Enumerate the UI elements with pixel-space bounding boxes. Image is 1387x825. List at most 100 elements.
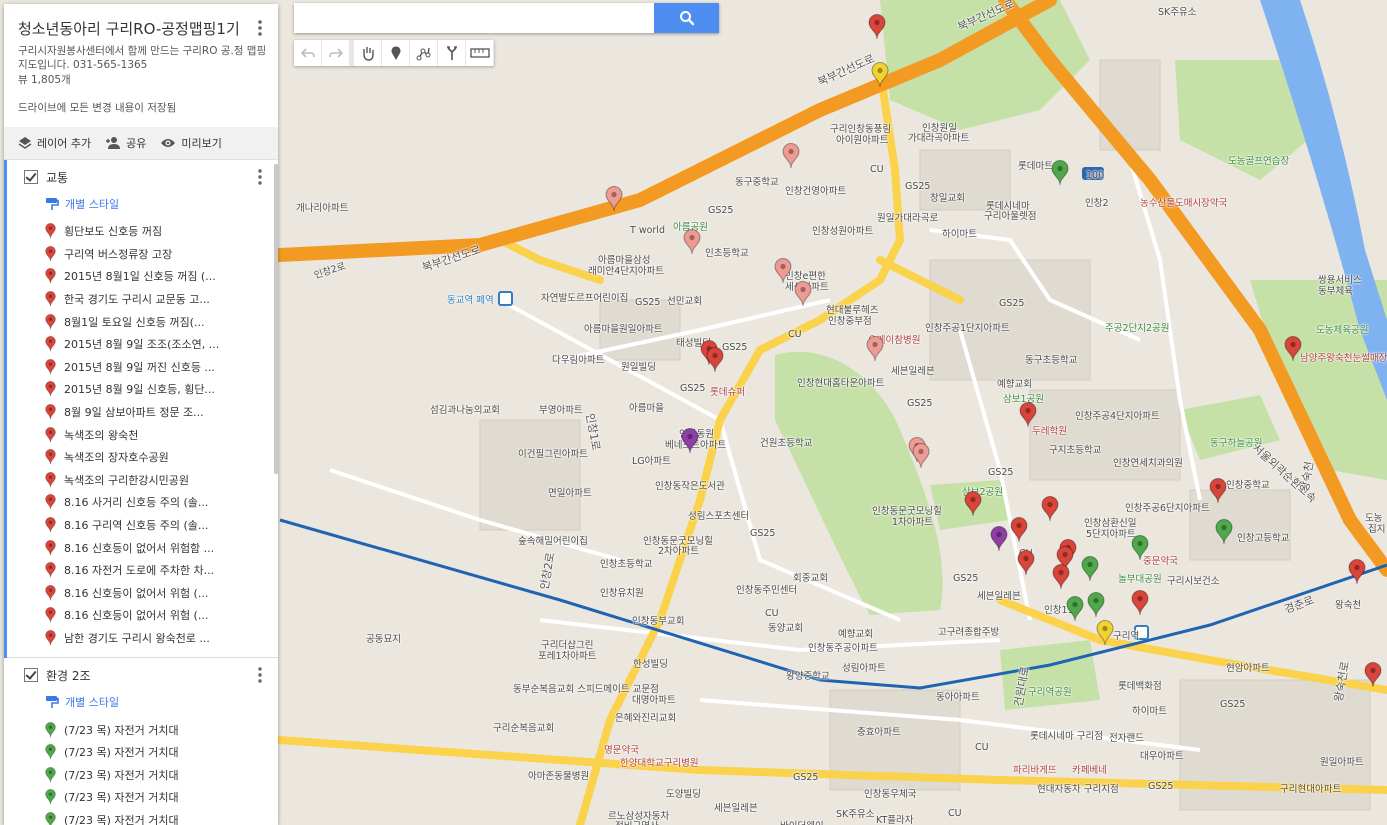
layer-item[interactable]: 2015년 8월 9일 신호등, 횡단...: [7, 378, 278, 401]
layer-visibility-checkbox[interactable]: [24, 170, 38, 184]
map-label[interactable]: 가대라곡아파트: [908, 130, 969, 144]
measure-button[interactable]: [466, 40, 494, 66]
preview-button[interactable]: 미리보기: [160, 135, 222, 151]
map-marker-icon[interactable]: [1209, 478, 1227, 504]
layer-style-link[interactable]: 개별 스타일: [45, 692, 278, 712]
map-label[interactable]: 전자랜드: [1109, 730, 1144, 744]
map-label[interactable]: 명문약국: [604, 742, 639, 756]
map-label[interactable]: 예향교회: [997, 376, 1032, 390]
map-label[interactable]: 세븐일레븐: [891, 363, 935, 377]
share-button[interactable]: 공유: [105, 135, 146, 151]
map-label[interactable]: GS25: [1220, 699, 1245, 710]
redo-button[interactable]: [322, 40, 350, 66]
layer-item[interactable]: (7/23 목) 자전거 거치대: [7, 718, 278, 741]
layer-item[interactable]: 8.16 신호등이 없어서 위험 (...: [7, 604, 278, 627]
map-marker-icon[interactable]: [706, 347, 724, 373]
map-label[interactable]: 대우아파트: [1140, 748, 1184, 762]
map-label[interactable]: GS25: [953, 573, 978, 584]
map-label[interactable]: 현대자동차 구리지점: [1037, 781, 1119, 795]
layer-item[interactable]: 8월 9일 삼보아파트 정문 조...: [7, 401, 278, 424]
map-marker-icon[interactable]: [1131, 590, 1149, 616]
map-label[interactable]: 대명아파트: [632, 692, 676, 706]
map-label[interactable]: 인창현대홈타운아파트: [797, 375, 884, 389]
map-marker-icon[interactable]: [774, 258, 792, 284]
map-marker-icon[interactable]: [1081, 556, 1099, 582]
map-label[interactable]: 원일아파트: [1320, 754, 1364, 768]
map-label[interactable]: KT플라자: [876, 812, 914, 825]
map-label[interactable]: 이건필그린아파트: [518, 446, 588, 460]
map-label[interactable]: 섬김과나눔의교회: [430, 402, 500, 416]
map-label[interactable]: 원일가대라곡로: [877, 210, 938, 224]
search-input[interactable]: [294, 3, 664, 33]
map-marker-icon[interactable]: [990, 526, 1008, 552]
map-marker-icon[interactable]: [1087, 592, 1105, 618]
map-label[interactable]: 아름마을: [629, 400, 664, 414]
map-marker-icon[interactable]: [1096, 620, 1114, 646]
sidebar-scrollbar[interactable]: [274, 164, 278, 474]
map-label[interactable]: 면일아파트: [548, 485, 592, 499]
layer-options-button[interactable]: [252, 666, 268, 684]
map-label[interactable]: LG아파트: [632, 453, 671, 467]
search-button[interactable]: [654, 3, 719, 33]
map-label[interactable]: 자연발도르프어린이집: [541, 290, 628, 304]
map-marker-icon[interactable]: [866, 336, 884, 362]
map-marker-icon[interactable]: [1348, 559, 1366, 585]
map-label[interactable]: 롯데슈퍼: [710, 384, 745, 398]
map-label[interactable]: 성림스포츠센터: [688, 508, 749, 522]
map-label[interactable]: 바이더웨이: [780, 818, 824, 825]
map-label[interactable]: 개나리아파트: [296, 200, 348, 214]
map-label[interactable]: 부영아파트: [539, 402, 583, 416]
layer-item[interactable]: 8.16 구리역 신호등 주의 (솔...: [7, 514, 278, 537]
map-label[interactable]: 인창2: [1085, 195, 1109, 209]
map-label[interactable]: GS25: [1148, 781, 1173, 792]
map-marker-icon[interactable]: [1131, 535, 1149, 561]
map-label[interactable]: 인창연세치과의원: [1113, 455, 1183, 469]
map-label[interactable]: 원일빌딩: [621, 359, 656, 373]
map-label[interactable]: CU: [765, 608, 779, 619]
map-marker-icon[interactable]: [1051, 160, 1069, 186]
map-label[interactable]: 롯데백화점: [1118, 678, 1162, 692]
map-marker-icon[interactable]: [782, 143, 800, 169]
map-label[interactable]: 세븐일레븐: [977, 588, 1021, 602]
map-label[interactable]: 숲속해밀어린이집: [518, 533, 588, 547]
map-label[interactable]: 인창주공4단지아파트: [1075, 408, 1160, 422]
map-marker-icon[interactable]: [868, 14, 886, 40]
map-label[interactable]: GS25: [680, 383, 705, 394]
draw-line-button[interactable]: [410, 40, 438, 66]
map-marker-icon[interactable]: [1284, 336, 1302, 362]
layer-item[interactable]: 녹색조의 구리한강시민공원: [7, 469, 278, 492]
map-label[interactable]: GS25: [905, 181, 930, 192]
map-label[interactable]: 인창동주민센터: [736, 582, 797, 596]
map-label[interactable]: 구리시보건소: [1167, 573, 1219, 587]
layer-header[interactable]: 교통: [7, 160, 278, 194]
map-label[interactable]: 인창주공6단지아파트: [1125, 500, 1210, 514]
map-label[interactable]: 아마존동물병원: [528, 768, 589, 782]
map-label[interactable]: 동부체육: [1318, 283, 1353, 297]
map-options-button[interactable]: [252, 18, 268, 38]
map-label[interactable]: 한양대학교구리병원: [620, 755, 699, 769]
map-label[interactable]: 1차아파트: [892, 514, 933, 528]
map-label[interactable]: GS25: [708, 205, 733, 216]
map-label[interactable]: 인창성원아파트: [812, 223, 873, 237]
map-marker-icon[interactable]: [912, 443, 930, 469]
layer-item[interactable]: 남한 경기도 구리시 왕숙천로 ...: [7, 627, 278, 650]
map-label[interactable]: 파리바게뜨: [1013, 762, 1057, 776]
map-label[interactable]: 농수산물도매시장약국: [1140, 195, 1227, 209]
map-title[interactable]: 청소년동아리 구리RO-공정맵핑1기: [18, 18, 240, 39]
map-label[interactable]: 정비구역사: [615, 818, 659, 825]
layer-item[interactable]: 8월1일 토요일 신호등 꺼짐(...: [7, 310, 278, 333]
layer-item[interactable]: (7/23 목) 자전거 거치대: [7, 763, 278, 786]
map-label[interactable]: 래미안4단지아파트: [588, 263, 664, 277]
map-label[interactable]: 집지: [1368, 521, 1385, 535]
layer-item[interactable]: 구리역 버스정류장 고장: [7, 243, 278, 266]
map-label[interactable]: 세븐일레븐: [714, 800, 758, 814]
map-label[interactable]: GS25: [722, 342, 747, 353]
map-marker-icon[interactable]: [1041, 496, 1059, 522]
hand-tool-button[interactable]: [354, 40, 382, 66]
map-label[interactable]: 왕숙천: [1335, 597, 1361, 611]
directions-button[interactable]: [438, 40, 466, 66]
map-label[interactable]: 인창중학교: [1226, 477, 1270, 491]
map-label[interactable]: 인창중부점: [828, 313, 872, 327]
map-marker-icon[interactable]: [1364, 662, 1382, 688]
map-label[interactable]: 동교역 폐역: [447, 292, 494, 306]
